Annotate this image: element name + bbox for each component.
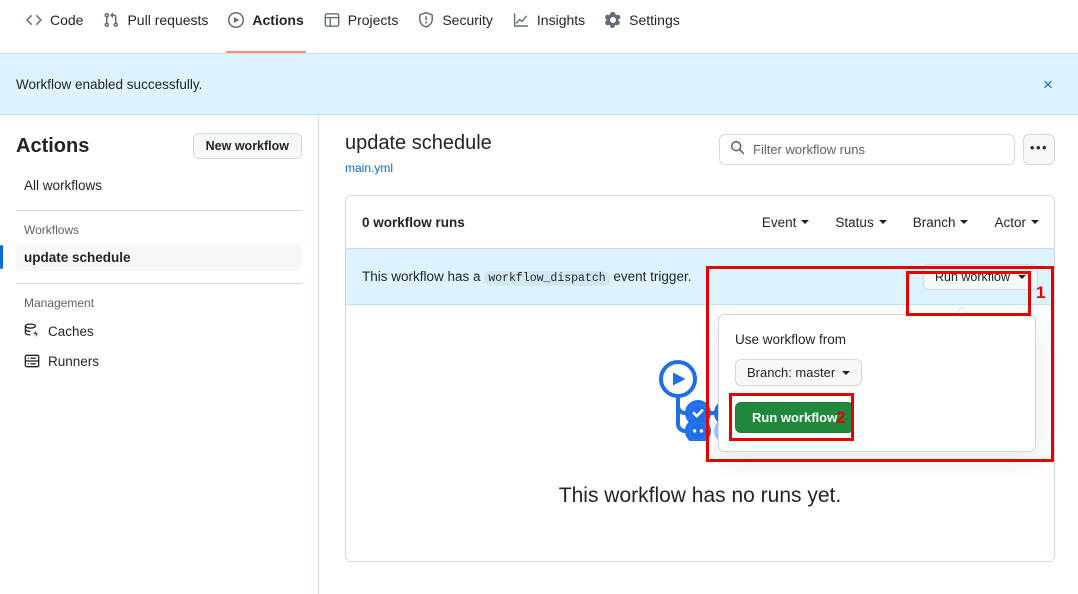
chevron-down-icon bbox=[960, 220, 968, 224]
empty-state-text: This workflow has no runs yet. bbox=[559, 484, 841, 508]
workflow-dispatch-row: This workflow has a workflow_dispatch ev… bbox=[346, 249, 1054, 305]
repo-nav: Code Pull requests Actions Projects Secu… bbox=[0, 0, 1078, 54]
filter-placeholder: Filter workflow runs bbox=[753, 142, 865, 157]
sidebar-divider-1 bbox=[16, 210, 302, 211]
use-workflow-from-label: Use workflow from bbox=[735, 332, 1019, 347]
branch-selector[interactable]: Branch: master bbox=[735, 359, 862, 386]
filter-actor[interactable]: Actor bbox=[994, 215, 1039, 230]
workflow-header: update schedule main.yml Filter workflow… bbox=[345, 131, 1055, 175]
nav-item-insights[interactable]: Insights bbox=[503, 0, 595, 53]
filter-branch-label: Branch bbox=[913, 215, 956, 230]
nav-label-insights: Insights bbox=[537, 12, 585, 28]
cache-icon bbox=[24, 323, 40, 339]
git-pull-request-icon bbox=[103, 12, 119, 28]
runs-toolbar: 0 workflow runs Event Status Branch Acto… bbox=[346, 196, 1054, 249]
filter-status-label: Status bbox=[835, 215, 873, 230]
run-workflow-dropdown-label: Run workflow bbox=[935, 270, 1010, 284]
nav-item-actions[interactable]: Actions bbox=[218, 0, 313, 53]
nav-item-projects[interactable]: Projects bbox=[314, 0, 409, 53]
workflow-file-link[interactable]: main.yml bbox=[345, 161, 492, 175]
filter-event-label: Event bbox=[762, 215, 797, 230]
nav-item-pull-requests[interactable]: Pull requests bbox=[93, 0, 218, 53]
filter-status[interactable]: Status bbox=[835, 215, 886, 230]
chevron-down-icon bbox=[1018, 275, 1026, 279]
runs-count-label: 0 workflow runs bbox=[362, 215, 762, 230]
play-circle-icon bbox=[228, 12, 244, 28]
search-icon bbox=[730, 140, 745, 160]
dispatch-event-code: workflow_dispatch bbox=[484, 271, 609, 286]
nav-label-security: Security bbox=[442, 12, 493, 28]
sidebar-item-caches[interactable]: Caches bbox=[16, 317, 302, 345]
server-icon bbox=[24, 353, 40, 369]
nav-label-settings: Settings bbox=[629, 12, 680, 28]
chevron-down-icon bbox=[1031, 220, 1039, 224]
filter-event[interactable]: Event bbox=[762, 215, 810, 230]
nav-item-code[interactable]: Code bbox=[16, 0, 93, 53]
sidebar-item-label: update schedule bbox=[24, 250, 131, 265]
sidebar-item-label: Runners bbox=[48, 354, 99, 369]
gear-icon bbox=[605, 12, 621, 28]
dispatch-prefix: This workflow has a bbox=[362, 269, 481, 284]
sidebar-item-label: Caches bbox=[48, 324, 94, 339]
filter-workflow-runs-input[interactable]: Filter workflow runs bbox=[719, 134, 1015, 165]
sidebar-title: Actions bbox=[16, 135, 89, 158]
run-workflow-dropdown-button[interactable]: Run workflow bbox=[923, 264, 1038, 290]
sidebar-section-management: Management bbox=[16, 296, 302, 310]
kebab-menu-icon[interactable]: ••• bbox=[1023, 134, 1055, 165]
chevron-down-icon bbox=[801, 220, 809, 224]
sidebar-header: Actions New workflow bbox=[16, 133, 302, 159]
annotation-number-2: 2 bbox=[836, 408, 845, 428]
sidebar-item-all-workflows[interactable]: All workflows bbox=[16, 173, 302, 198]
workflow-titles: update schedule main.yml bbox=[345, 131, 492, 175]
run-workflow-dropdown-panel: Use workflow from Branch: master Run wor… bbox=[718, 314, 1036, 452]
sidebar-divider-2 bbox=[16, 283, 302, 284]
runs-filter-group: Event Status Branch Actor bbox=[762, 215, 1039, 230]
new-workflow-button[interactable]: New workflow bbox=[193, 133, 302, 159]
nav-label-actions: Actions bbox=[252, 12, 303, 28]
flash-banner: Workflow enabled successfully. × bbox=[0, 54, 1078, 115]
header-controls: Filter workflow runs ••• bbox=[719, 134, 1055, 165]
code-icon bbox=[26, 12, 42, 28]
flash-message: Workflow enabled successfully. bbox=[16, 77, 1038, 92]
close-icon[interactable]: × bbox=[1038, 74, 1058, 94]
page-title: update schedule bbox=[345, 131, 492, 156]
nav-label-pull-requests: Pull requests bbox=[127, 12, 208, 28]
sidebar-section-workflows: Workflows bbox=[16, 223, 302, 237]
filter-actor-label: Actor bbox=[994, 215, 1026, 230]
sidebar-item-runners[interactable]: Runners bbox=[16, 347, 302, 375]
shield-icon bbox=[418, 12, 434, 28]
branch-selector-label: Branch: master bbox=[747, 365, 835, 380]
nav-item-security[interactable]: Security bbox=[408, 0, 503, 53]
nav-item-settings[interactable]: Settings bbox=[595, 0, 690, 53]
dropdown-body: Use workflow from Branch: master Run wor… bbox=[718, 314, 1036, 452]
sidebar-item-update-schedule[interactable]: update schedule bbox=[16, 244, 302, 271]
chevron-down-icon bbox=[842, 371, 850, 375]
dispatch-message: This workflow has a workflow_dispatch ev… bbox=[362, 269, 923, 285]
chevron-down-icon bbox=[879, 220, 887, 224]
dispatch-suffix: event trigger. bbox=[613, 269, 691, 284]
filter-branch[interactable]: Branch bbox=[913, 215, 969, 230]
annotation-number-1: 1 bbox=[1036, 283, 1045, 303]
graph-icon bbox=[513, 12, 529, 28]
nav-label-code: Code bbox=[50, 12, 83, 28]
nav-label-projects: Projects bbox=[348, 12, 399, 28]
actions-sidebar: Actions New workflow All workflows Workf… bbox=[0, 115, 319, 594]
table-icon bbox=[324, 12, 340, 28]
